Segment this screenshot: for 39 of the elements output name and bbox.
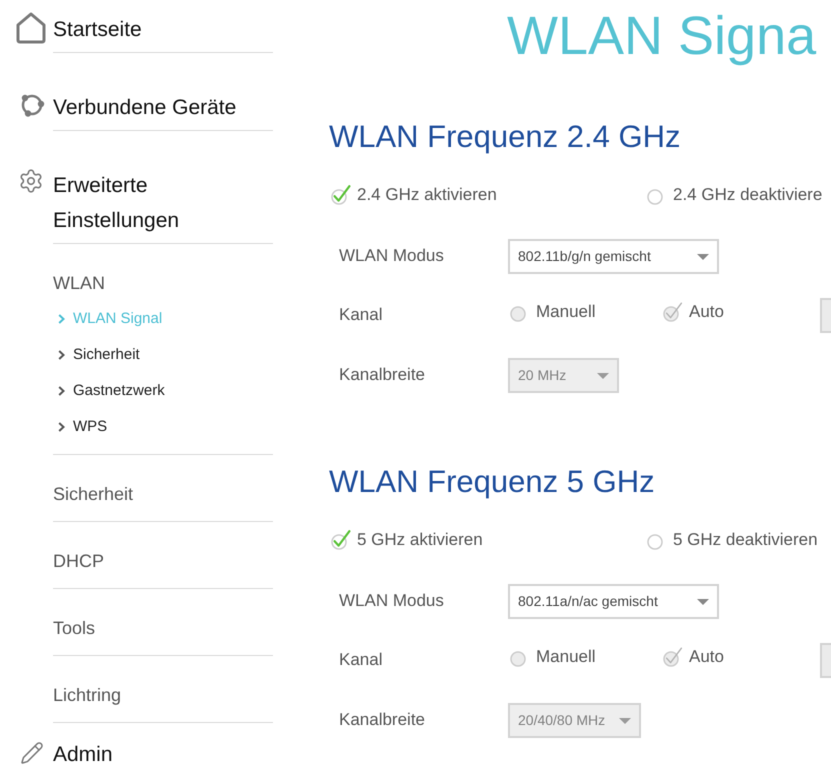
home-icon: [16, 12, 46, 44]
radio-option[interactable]: 5 GHz deaktivieren: [647, 528, 818, 550]
nav-link[interactable]: DHCP: [53, 549, 104, 573]
caret-down-icon: [697, 598, 709, 604]
nav-link[interactable]: WLAN: [53, 271, 106, 295]
radio-option[interactable]: 2.4 GHz deaktiviere: [647, 184, 822, 206]
field-label: WLAN Modus: [339, 590, 444, 610]
field-label: Kanal: [339, 650, 382, 668]
nav-link[interactable]: Erweiterte Einstellungen: [53, 168, 273, 238]
radio-option[interactable]: 5 GHz aktivieren: [331, 528, 483, 550]
nav-link[interactable]: Admin: [53, 737, 113, 772]
field-label: Kanalbreite: [339, 364, 426, 384]
nav-link[interactable]: Verbundene Geräte: [53, 90, 236, 125]
page-title: WLAN Signa: [507, 9, 816, 63]
section-heading: WLAN Frequenz 2.4 GHz: [329, 119, 680, 155]
field-label: WLAN Modus: [339, 246, 444, 264]
settings-icon: [18, 168, 44, 194]
dropdown[interactable]: 802.11a/n/ac gemischt: [508, 584, 719, 619]
caret-down-icon: [619, 718, 632, 724]
nav-link[interactable]: Lichtring: [53, 683, 122, 707]
chevron-right-icon: [58, 314, 65, 324]
nav-link[interactable]: Tools: [53, 616, 96, 640]
field-label: Kanal: [339, 304, 382, 324]
dropdown[interactable]: 802.11b/g/n gemischt: [508, 239, 719, 274]
chevron-right-icon: [58, 386, 65, 396]
nav-link[interactable]: WPS: [58, 417, 108, 437]
nav-link[interactable]: Gastnetzwerk: [58, 381, 165, 401]
nav-link[interactable]: Startseite: [53, 12, 142, 47]
nav-link[interactable]: Sicherheit: [58, 345, 140, 365]
pencil-icon: [20, 741, 44, 765]
section-heading: WLAN Frequenz 5 GHz: [329, 464, 655, 500]
nav-link[interactable]: Sicherheit: [53, 482, 134, 506]
chevron-right-icon: [58, 422, 65, 432]
caret-down-icon: [697, 254, 709, 260]
caret-down-icon: [597, 372, 609, 378]
radio-option[interactable]: 2.4 GHz aktivieren: [331, 184, 497, 206]
field-label: Kanalbreite: [339, 710, 426, 728]
connected-nodes-icon: [19, 92, 45, 118]
chevron-right-icon: [58, 350, 65, 360]
